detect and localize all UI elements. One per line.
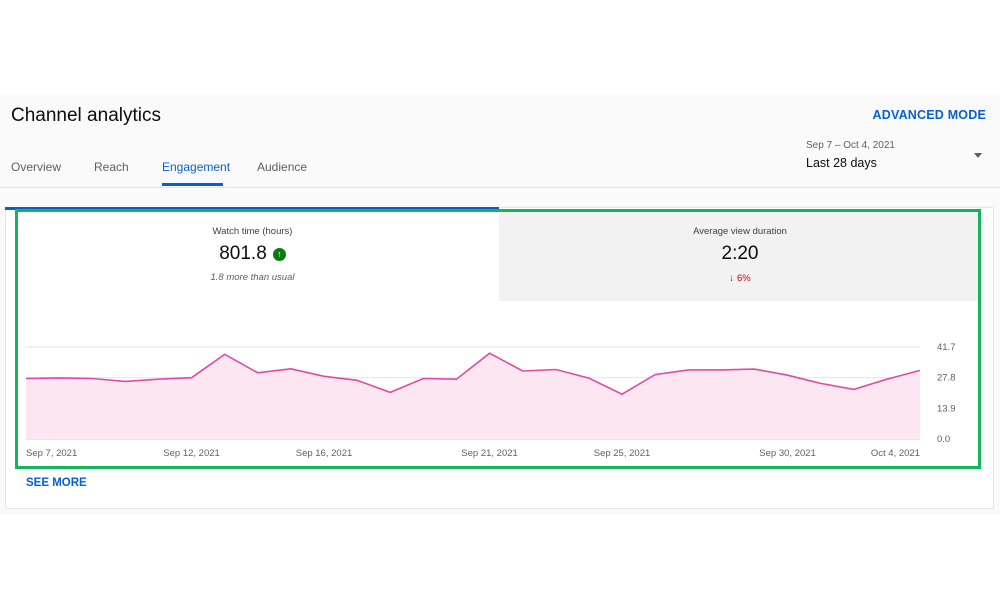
metric-delta: ↓ 6%: [499, 273, 981, 284]
active-tab-indicator: [162, 183, 223, 186]
metric-value-row: 801.8 ↑: [6, 243, 499, 265]
x-axis-ticks: Sep 7, 2021 Sep 12, 2021 Sep 16, 2021 Sep 2…: [26, 448, 920, 459]
tab-engagement[interactable]: Engagement: [162, 160, 230, 174]
x-tick-label: Sep 16, 2021: [296, 448, 353, 459]
arrow-up-icon: ↑: [272, 247, 286, 261]
x-tick-label: Sep 21, 2021: [461, 448, 518, 459]
metric-note: 1.8 more than usual: [210, 272, 295, 283]
header-divider: [0, 187, 1000, 188]
y-tick-label: 27.8: [937, 373, 956, 384]
advanced-mode-button[interactable]: ADVANCED MODE: [873, 108, 986, 122]
date-range-selector[interactable]: Sep 7 – Oct 4, 2021 Last 28 days: [806, 140, 996, 180]
tab-audience[interactable]: Audience: [257, 160, 307, 174]
tab-overview[interactable]: Overview: [11, 160, 61, 174]
watch-time-chart: 41.727.813.90.0 Sep 7, 2021 Sep 12, 2021 S…: [25, 342, 956, 459]
x-tick-label: Oct 4, 2021: [871, 448, 920, 459]
x-tick-label: Sep 25, 2021: [594, 448, 651, 459]
tab-reach[interactable]: Reach: [94, 160, 129, 174]
caret-down-icon: [974, 153, 982, 158]
see-more-button[interactable]: SEE MORE: [26, 477, 87, 489]
y-tick-label: 13.9: [937, 403, 956, 414]
metric-value: 801.8: [219, 243, 267, 264]
metric-value: 2:20: [721, 243, 759, 264]
y-tick-label: 0.0: [937, 434, 950, 445]
metric-delta-value: 6%: [737, 273, 751, 284]
metric-watch-time[interactable]: Watch time (hours) 801.8 ↑ 1.8 more than…: [6, 210, 499, 301]
metric-label: Average view duration: [693, 226, 787, 237]
y-tick-label: 41.7: [937, 342, 956, 353]
x-tick-label: Sep 12, 2021: [163, 448, 220, 459]
metric-label: Watch time (hours): [212, 226, 293, 237]
date-range-text: Sep 7 – Oct 4, 2021: [806, 140, 895, 151]
x-tick-label: Sep 7, 2021: [26, 448, 77, 459]
y-axis-ticks: 41.7 27.8 13.9 0.0: [937, 342, 956, 445]
metric-value-row: 2:20: [499, 243, 981, 265]
metric-average-view-duration[interactable]: Average view duration 2:20 ↓ 6%: [499, 210, 981, 301]
x-tick-label: Sep 30, 2021: [759, 448, 816, 459]
date-period-text: Last 28 days: [806, 156, 877, 170]
arrow-down-icon: ↓: [729, 273, 734, 284]
page-title: Channel analytics: [11, 105, 161, 126]
